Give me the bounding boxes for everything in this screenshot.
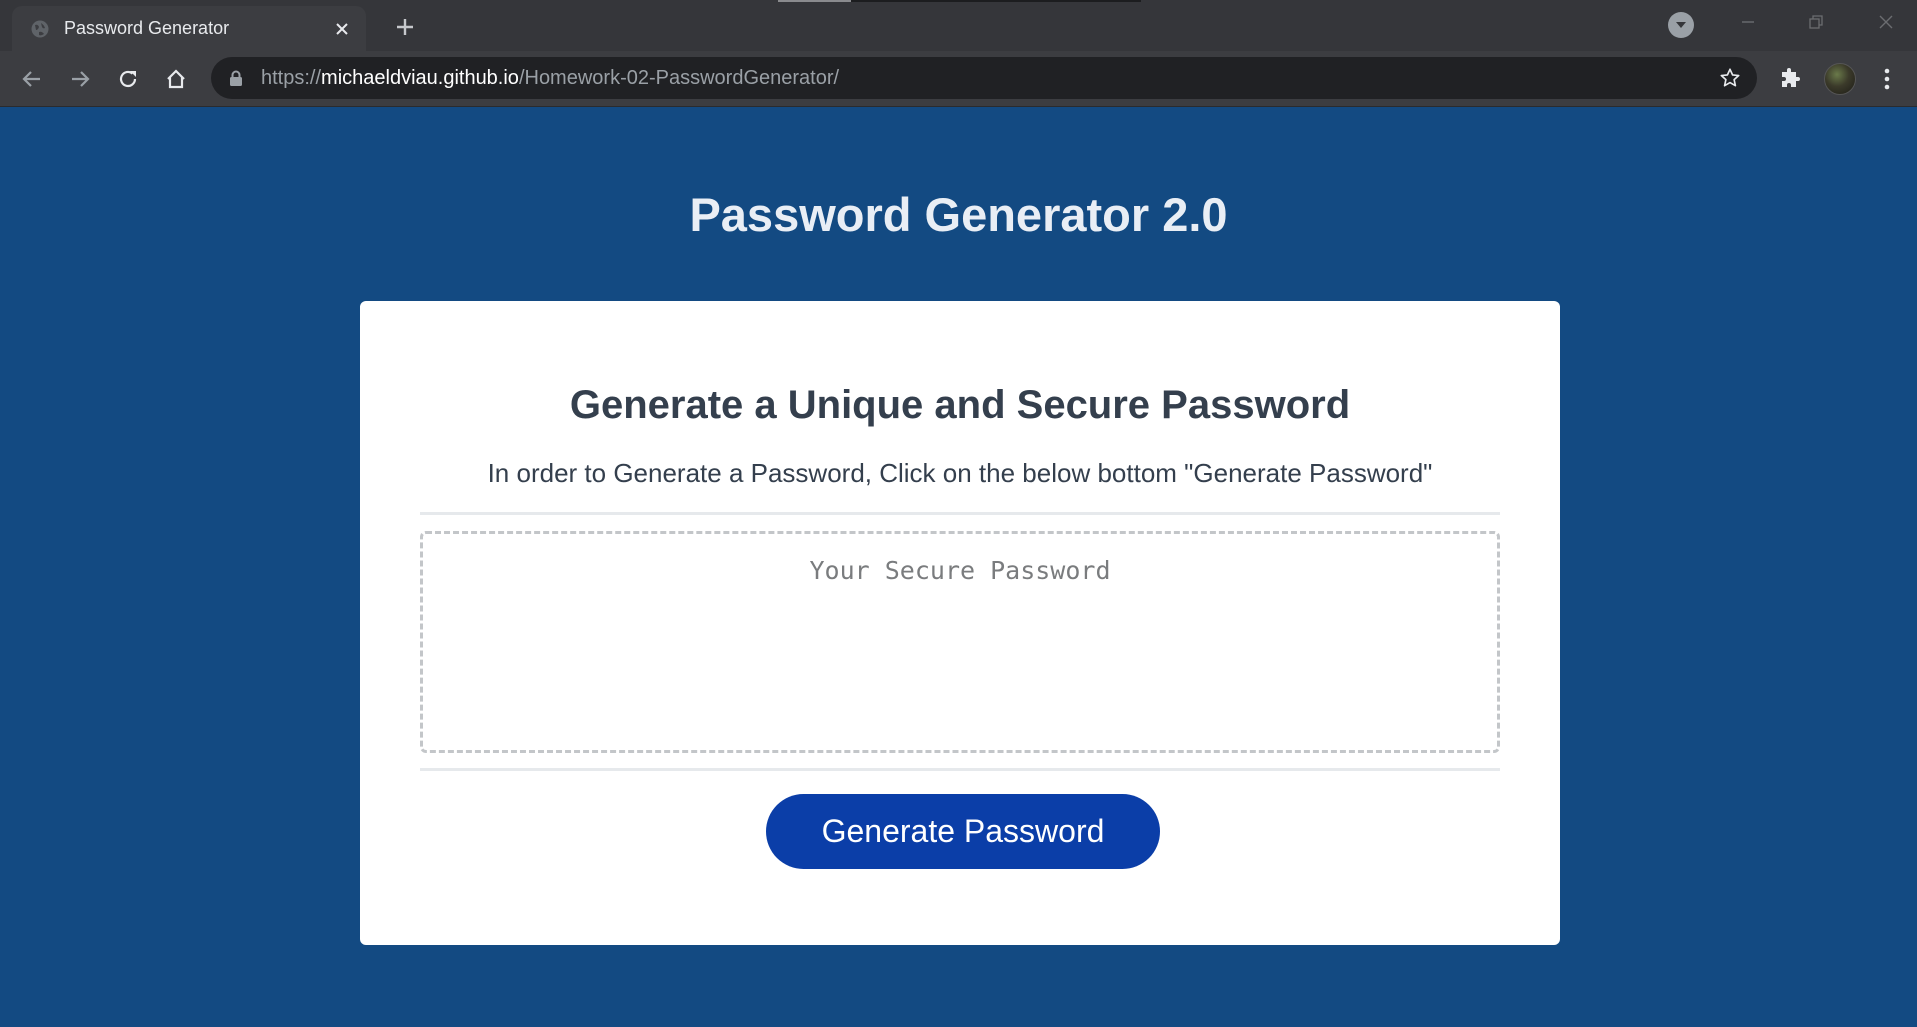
page-title: Password Generator 2.0 [689, 188, 1228, 241]
lock-icon[interactable] [227, 69, 245, 87]
url-path: /Homework-02-PasswordGenerator/ [518, 66, 840, 89]
password-output[interactable] [420, 531, 1500, 753]
card-instructions: In order to Generate a Password, Click o… [487, 458, 1433, 488]
page-viewport: Password Generator 2.0 Generate a Unique… [0, 107, 1917, 1027]
close-icon[interactable] [328, 15, 356, 43]
globe-icon [30, 19, 50, 39]
generator-card: Generate a Unique and Secure Password In… [360, 301, 1560, 945]
divider-bottom [420, 768, 1500, 771]
address-bar[interactable]: https://michaeldviau.github.io/Homework-… [211, 57, 1757, 99]
generate-password-button[interactable]: Generate Password [766, 794, 1160, 869]
tab-strip-indicator [778, 0, 851, 2]
avatar[interactable] [1824, 63, 1856, 95]
back-arrow-icon[interactable] [14, 61, 50, 97]
restore-icon[interactable] [1792, 6, 1840, 38]
tab-title: Password Generator [64, 18, 230, 38]
kebab-menu-icon[interactable] [1872, 61, 1902, 97]
star-icon[interactable] [1713, 61, 1747, 95]
plus-icon[interactable] [390, 12, 420, 42]
browser-tab-strip: Password Generator [0, 0, 1917, 51]
minimize-icon[interactable] [1724, 6, 1772, 38]
browser-toolbar: https://michaeldviau.github.io/Homework-… [0, 51, 1917, 107]
divider-top [420, 512, 1500, 515]
chevron-down-icon[interactable] [1668, 12, 1694, 38]
window-close-icon[interactable] [1862, 6, 1910, 38]
tab-strip-indicator-track [851, 0, 1141, 2]
url-scheme: https:// [261, 66, 322, 89]
url-text[interactable]: https://michaeldviau.github.io/Homework-… [261, 67, 1713, 90]
home-icon[interactable] [158, 61, 194, 97]
forward-arrow-icon[interactable] [62, 61, 98, 97]
puzzle-icon[interactable] [1772, 61, 1808, 97]
url-host: michaeldviau.github.io [321, 66, 519, 89]
reload-icon[interactable] [110, 61, 146, 97]
browser-tab[interactable]: Password Generator [12, 6, 366, 51]
card-heading: Generate a Unique and Secure Password [569, 383, 1351, 427]
